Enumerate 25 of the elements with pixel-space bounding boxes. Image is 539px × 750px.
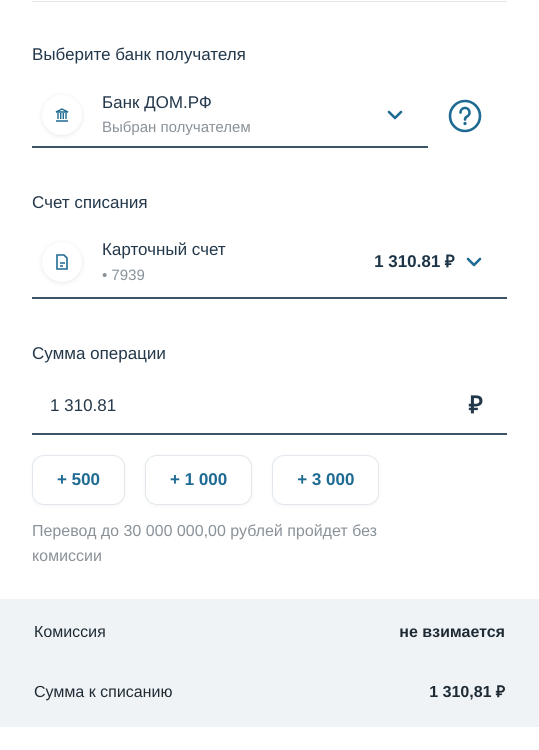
summary-value: не взимается [399,622,505,642]
chevron-down-icon[interactable] [386,108,404,120]
bank-icon [42,94,82,134]
account-name: Карточный счет [102,239,227,261]
bank-select[interactable]: Банк ДОМ.РФ Выбран получателем [32,84,428,148]
section-label: Счет списания [32,192,149,214]
section-label: Сумма операции [32,343,167,365]
help-icon[interactable] [448,98,482,132]
summary-label: Сумма к списанию [34,682,172,702]
account-select[interactable]: Карточный счет • 7939 1 310.81 ₽ [32,227,507,299]
account-number: • 7939 [102,266,146,286]
quick-amount-button[interactable]: + 1 000 [145,454,252,504]
section-label: Выберите банк получателя [32,44,247,66]
amount-field[interactable]: 1 310.81 [50,392,469,418]
quick-amount-button[interactable]: + 500 [32,454,126,504]
quick-amount-button[interactable]: + 3 000 [272,454,380,504]
bank-note: Выбран получателем [102,118,252,138]
summary-label: Комиссия [34,622,106,642]
currency-sign: ₽ [469,390,483,420]
document-icon [42,242,82,282]
hint-text: Перевод до 30 000 000,00 рублей пройдет без комиссии [32,522,378,566]
summary-value: 1 310,81 ₽ [429,682,505,702]
chevron-down-icon[interactable] [465,256,483,268]
bank-name: Банк ДОМ.РФ [102,92,213,114]
account-balance: 1 310.81 ₽ [374,251,455,274]
